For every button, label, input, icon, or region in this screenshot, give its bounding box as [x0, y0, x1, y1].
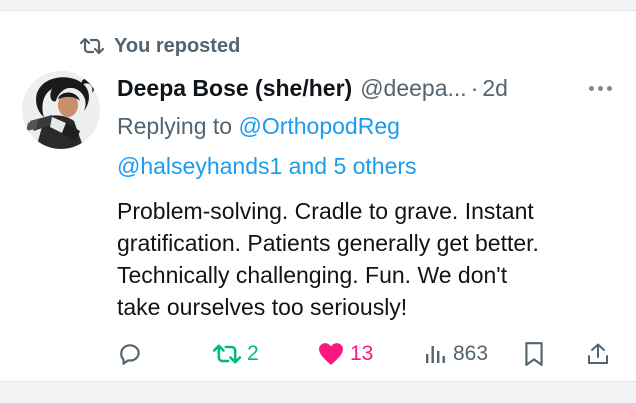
tweet-card[interactable]: You reposted Deepa Bose (she/her) @deepa… [0, 10, 636, 382]
timestamp[interactable]: 2d [482, 75, 508, 102]
action-bar: 2 13 863 [0, 334, 636, 374]
views-count: 863 [453, 342, 489, 365]
heart-icon [319, 343, 343, 365]
views-button[interactable]: 863 [423, 334, 488, 374]
repost-button[interactable]: 2 [213, 334, 259, 374]
replying-to-label: Replying to [117, 113, 233, 139]
bookmark-icon [525, 342, 543, 366]
tweet-text-line: take ourselves too seriously! [117, 294, 408, 320]
bookmark-button[interactable] [523, 334, 545, 374]
more-dots-icon[interactable] [583, 71, 617, 105]
separator: · [470, 74, 479, 101]
reply-to-others-link[interactable]: @halseyhands1 and 5 others [117, 153, 417, 180]
tweet-text-line: Technically challenging. Fun. We don't [117, 262, 508, 288]
repost-icon [80, 37, 104, 55]
tweet-header: Deepa Bose (she/her) @deepa... · 2d [117, 71, 617, 105]
repost-icon [213, 344, 241, 364]
reply-to-user-link[interactable]: @OrthopodReg [238, 113, 399, 139]
share-button[interactable] [586, 334, 610, 374]
reply-button[interactable] [117, 334, 143, 374]
user-handle[interactable]: @deepa... [360, 75, 466, 102]
tweet-text: Problem-solving. Cradle to grave. Instan… [117, 195, 622, 323]
like-count: 13 [350, 342, 374, 365]
tweet-text-line: Problem-solving. Cradle to grave. Instan… [117, 198, 534, 224]
like-button[interactable]: 13 [318, 334, 373, 374]
views-icon [426, 346, 445, 363]
tweet-text-line: gratification. Patients generally get be… [117, 230, 539, 256]
replying-to: Replying to @OrthopodReg [117, 113, 400, 140]
reply-icon [120, 344, 140, 365]
avatar[interactable] [22, 71, 100, 149]
avatar-illustration [22, 71, 100, 149]
display-name[interactable]: Deepa Bose (she/her) [117, 75, 352, 102]
repost-banner-text: You reposted [114, 34, 241, 57]
share-icon [588, 343, 608, 364]
repost-banner: You reposted [80, 34, 240, 58]
repost-count: 2 [247, 342, 259, 365]
